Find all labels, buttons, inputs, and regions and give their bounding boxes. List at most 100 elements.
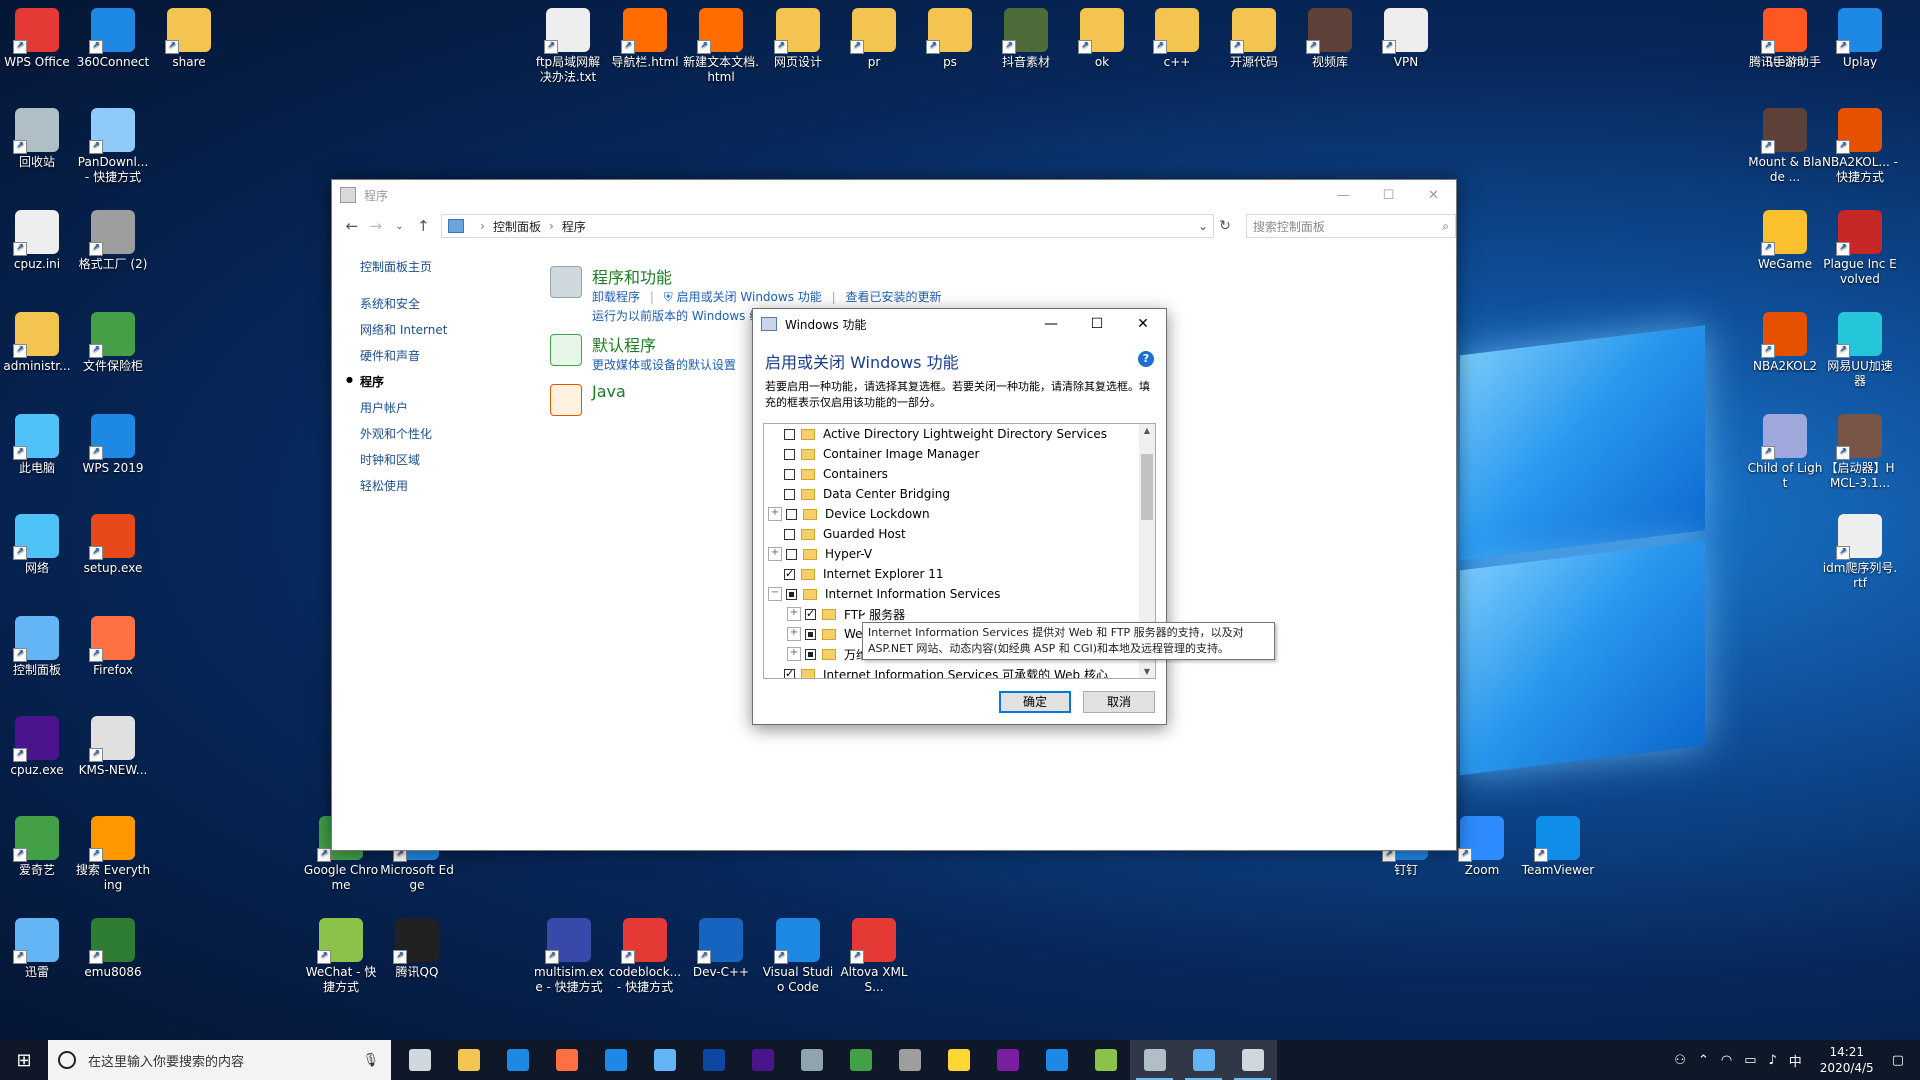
up-arrow-icon[interactable]: ↑: [411, 217, 435, 235]
nav-programs[interactable]: 程序: [346, 373, 540, 390]
desktop-icon[interactable]: ↗ 控制面板: [0, 616, 75, 678]
desktop-icon[interactable]: ↗ 格式工厂 (2): [75, 210, 151, 272]
feature-checkbox[interactable]: [784, 428, 795, 440]
feature-checkbox[interactable]: [805, 648, 816, 660]
feature-row[interactable]: Container Image Manager: [768, 444, 979, 464]
feature-row[interactable]: Data Center Bridging: [768, 484, 950, 504]
desktop-icon[interactable]: ↗ idm爬序列号.rtf: [1822, 514, 1898, 591]
desktop-icon[interactable]: ↗ multisim.exe - 快捷方式: [531, 918, 607, 995]
desktop-icon[interactable]: ↗ 360Connect: [75, 8, 151, 70]
desktop-icon[interactable]: ↗ PanDownl... - 快捷方式: [75, 108, 151, 185]
expand-toggle-icon[interactable]: +: [787, 607, 801, 621]
cortana-icon[interactable]: [58, 1051, 76, 1069]
feature-checkbox[interactable]: [784, 488, 795, 500]
people-icon[interactable]: ⚇: [1674, 1053, 1686, 1068]
taskbar-store[interactable]: [493, 1040, 542, 1080]
desktop-icon[interactable]: ↗ administr...: [0, 312, 75, 374]
desktop-icon[interactable]: ↗ WeGame: [1747, 210, 1823, 272]
taskbar-recorder[interactable]: [885, 1040, 934, 1080]
expand-toggle-icon[interactable]: −: [768, 587, 782, 601]
desktop-icon[interactable]: ↗ 抖音素材: [988, 8, 1064, 70]
address-dropdown-icon[interactable]: ⌄: [1193, 219, 1213, 233]
feature-checkbox[interactable]: [784, 528, 795, 540]
close-button[interactable]: ✕: [1411, 180, 1456, 210]
taskbar-sticky-notes[interactable]: [934, 1040, 983, 1080]
dialog-titlebar[interactable]: Windows 功能 — ☐ ✕: [753, 309, 1166, 339]
breadcrumb-programs[interactable]: 程序: [562, 218, 586, 235]
desktop-icon[interactable]: ↗ 新建文本文档.html: [683, 8, 759, 85]
desktop-icon[interactable]: ↗ 此电脑: [0, 414, 75, 476]
desktop-icon[interactable]: ↗ 腾讯QQ: [379, 918, 455, 980]
desktop-icon[interactable]: ↗ emu8086: [75, 918, 151, 980]
tray-overflow-icon[interactable]: ⌃: [1698, 1053, 1709, 1068]
nav-network-internet[interactable]: 网络和 Internet: [360, 321, 540, 338]
notification-center-icon[interactable]: ▢: [1892, 1053, 1904, 1068]
desktop-icon[interactable]: ↗ setup.exe: [75, 514, 151, 576]
microphone-icon[interactable]: 🎙: [362, 1053, 379, 1068]
recent-dropdown-icon[interactable]: ⌄: [388, 221, 412, 232]
feature-checkbox[interactable]: [784, 567, 795, 580]
network-icon[interactable]: ◠: [1721, 1053, 1732, 1068]
feature-row[interactable]: Containers: [768, 464, 888, 484]
nav-user-accounts[interactable]: 用户帐户: [360, 399, 540, 416]
taskbar-task-view[interactable]: [395, 1040, 444, 1080]
window-titlebar[interactable]: 程序 — ☐ ✕: [332, 180, 1456, 210]
cancel-button[interactable]: 取消: [1083, 691, 1155, 713]
feature-checkbox[interactable]: [786, 588, 797, 600]
desktop-icon[interactable]: ↗ codeblock... - 快捷方式: [607, 918, 683, 995]
desktop-icon[interactable]: ↗ 迅雷: [0, 918, 75, 980]
search-icon[interactable]: ⌕: [1442, 219, 1449, 234]
desktop-icon[interactable]: ↗ KMS-NEW...: [75, 716, 151, 778]
nav-hardware-sound[interactable]: 硬件和声音: [360, 347, 540, 364]
taskbar-app-misc[interactable]: [1130, 1040, 1179, 1080]
desktop-icon[interactable]: ↗ Uplay: [1822, 8, 1898, 70]
refresh-icon[interactable]: ↻: [1214, 218, 1236, 234]
volume-icon[interactable]: ♪: [1768, 1053, 1776, 1068]
expand-toggle-icon[interactable]: +: [787, 627, 801, 641]
maximize-button[interactable]: ☐: [1366, 180, 1411, 210]
view-installed-updates-link[interactable]: 查看已安装的更新: [845, 290, 941, 304]
scrollbar-thumb[interactable]: [1141, 454, 1153, 520]
taskbar-chrome[interactable]: [836, 1040, 885, 1080]
feature-row[interactable]: + Web: [787, 624, 870, 644]
expand-toggle-icon[interactable]: +: [768, 507, 782, 521]
desktop-icon[interactable]: ↗ WPS 2019: [75, 414, 151, 476]
desktop-icon[interactable]: ↗ 爱奇艺: [0, 816, 75, 878]
desktop-icon[interactable]: ↗ Child of Light: [1747, 414, 1823, 491]
desktop-icon[interactable]: ↗ share: [151, 8, 227, 70]
nav-ease-of-access[interactable]: 轻松使用: [360, 477, 540, 494]
dialog-maximize-button[interactable]: ☐: [1074, 316, 1120, 332]
desktop-icon[interactable]: ↗ 网易UU加速器: [1822, 312, 1898, 389]
search-input[interactable]: 搜索控制面板 ⌕: [1245, 214, 1457, 238]
desktop-icon[interactable]: ↗ Plague Inc Evolved: [1822, 210, 1898, 287]
taskbar-steam[interactable]: [787, 1040, 836, 1080]
taskbar-windows-features[interactable]: [1228, 1040, 1277, 1080]
turn-windows-features-link[interactable]: 启用或关闭 Windows 功能: [677, 290, 822, 304]
battery-icon[interactable]: ▭: [1744, 1053, 1756, 1068]
desktop-icon[interactable]: ↗ 文件保险柜: [75, 312, 151, 374]
feature-checkbox[interactable]: [784, 468, 795, 480]
feature-checkbox[interactable]: [805, 607, 816, 620]
feature-row[interactable]: Internet Information Services 可承载的 Web 核…: [768, 664, 1108, 678]
feature-row[interactable]: Guarded Host: [768, 524, 906, 544]
feature-row[interactable]: + Hyper-V: [768, 544, 872, 564]
back-arrow-icon[interactable]: ←: [340, 217, 364, 235]
breadcrumb-control-panel[interactable]: 控制面板: [493, 218, 541, 235]
expand-toggle-icon[interactable]: +: [768, 547, 782, 561]
desktop-icon[interactable]: ↗ ok: [1064, 8, 1140, 70]
feature-row[interactable]: + 万维: [787, 644, 868, 664]
feature-checkbox[interactable]: [784, 667, 795, 678]
taskbar-premiere[interactable]: [738, 1040, 787, 1080]
desktop-icon[interactable]: ↗ cpuz.ini: [0, 210, 75, 272]
desktop-icon[interactable]: ↗ ftp局域网解决办法.txt: [530, 8, 606, 85]
desktop-icon[interactable]: ↗ VPN: [1368, 8, 1444, 70]
desktop-icon[interactable]: ↗ NBA2KOL2: [1747, 312, 1823, 374]
address-bar[interactable]: › 控制面板 › 程序 ⌄: [441, 214, 1215, 238]
desktop-icon[interactable]: ↗ 网络: [0, 514, 75, 576]
taskbar-file-explorer[interactable]: [444, 1040, 493, 1080]
desktop-icon[interactable]: ↗ 【启动器】HMCL-3.1...: [1822, 414, 1898, 491]
desktop-icon[interactable]: ↗ pr: [836, 8, 912, 70]
nav-appearance[interactable]: 外观和个性化: [360, 425, 540, 442]
taskbar-edge[interactable]: [591, 1040, 640, 1080]
desktop-icon[interactable]: ↗ 网页设计: [760, 8, 836, 70]
